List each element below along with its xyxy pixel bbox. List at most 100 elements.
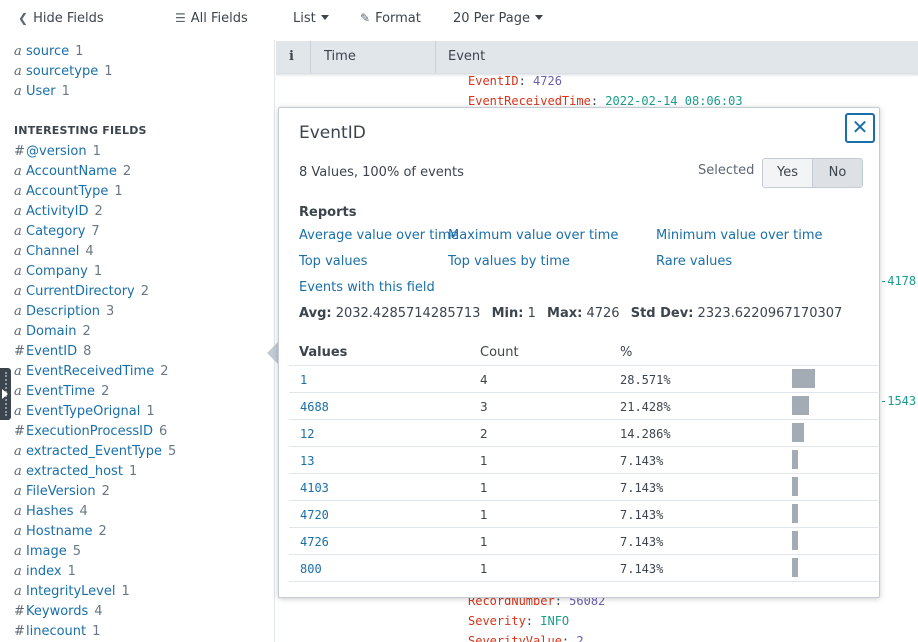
value-link[interactable]: 800 [300, 562, 322, 576]
field-item[interactable]: a ActivityID 2 [14, 204, 103, 222]
avg-value: 2032.4285714285713 [335, 306, 481, 321]
value-count: 1 [480, 454, 488, 468]
colon: : [518, 74, 534, 88]
event-field-line: EventID: 4726 [468, 74, 562, 88]
field-name: Hostname [26, 524, 93, 539]
numeric-type-icon: # [14, 344, 25, 359]
sidebar-collapse-handle[interactable] [0, 368, 11, 420]
field-name: extracted_EventType [26, 444, 162, 459]
field-name: index [26, 564, 62, 579]
value-link[interactable]: 12 [300, 427, 314, 441]
event-field-value[interactable]: 4726 [533, 74, 562, 88]
header-shadow [276, 73, 918, 77]
value-link[interactable]: 4103 [300, 481, 329, 495]
field-name: sourcetype [26, 64, 99, 79]
value-row: 800 1 7.143% [289, 554, 878, 581]
events-with-field-link[interactable]: Events with this field [299, 280, 435, 295]
field-item[interactable]: a FileVersion 2 [14, 484, 110, 502]
caret-down-icon [320, 15, 329, 20]
field-name: EventTime [26, 384, 96, 399]
info-column-header[interactable]: i [289, 49, 294, 64]
event-field-key[interactable]: Severity [468, 614, 526, 628]
field-item[interactable]: a EventTime 2 [14, 384, 109, 402]
list-dropdown[interactable]: List [293, 11, 329, 26]
string-type-icon: a [14, 504, 22, 519]
format-button[interactable]: ✎ Format [360, 11, 421, 26]
field-item[interactable]: a Description 3 [14, 304, 114, 322]
report-average-over-time-link[interactable]: Average value over time [299, 228, 459, 243]
hide-fields-label: Hide Fields [33, 11, 104, 26]
field-item[interactable]: #Keywords 4 [14, 604, 103, 622]
value-link[interactable]: 13 [300, 454, 314, 468]
field-item[interactable]: a index 1 [14, 564, 76, 582]
max-value: 4726 [586, 306, 620, 321]
value-row: 1 4 28.571% [289, 365, 878, 392]
field-count: 7 [91, 224, 100, 239]
field-item[interactable]: a Channel 4 [14, 244, 94, 262]
field-item[interactable]: a Category 7 [14, 224, 100, 242]
field-item[interactable]: a Hostname 2 [14, 524, 107, 542]
selected-no-button[interactable]: No [812, 159, 862, 187]
field-item[interactable]: a AccountType 1 [14, 184, 123, 202]
field-item[interactable]: #ExecutionProcessID 6 [14, 424, 167, 442]
field-item[interactable]: a AccountName 2 [14, 164, 131, 182]
field-item[interactable]: a EventReceivedTime 2 [14, 364, 169, 382]
all-fields-button[interactable]: ☰ All Fields [175, 11, 248, 26]
field-count: 4 [94, 604, 103, 619]
value-link[interactable]: 4726 [300, 535, 329, 549]
all-fields-label: All Fields [190, 11, 248, 26]
count-column-header: Count [480, 345, 519, 360]
value-count: 1 [480, 508, 488, 522]
value-link[interactable]: 1 [300, 373, 307, 387]
event-field-key[interactable]: EventID [468, 74, 519, 88]
value-percent: 7.143% [620, 481, 664, 495]
field-item[interactable]: #@version 1 [14, 144, 101, 162]
report-rare-values-link[interactable]: Rare values [656, 254, 732, 269]
field-item[interactable]: a CurrentDirectory 2 [14, 284, 149, 302]
field-item[interactable]: a source 1 [14, 44, 83, 62]
close-icon: ✕ [851, 115, 869, 139]
field-item[interactable]: a sourcetype 1 [14, 64, 113, 82]
time-column-header[interactable]: Time [324, 49, 356, 64]
report-maximum-over-time-link[interactable]: Maximum value over time [448, 228, 618, 243]
reports-heading: Reports [299, 205, 357, 220]
field-item[interactable]: a Company 1 [14, 264, 102, 282]
report-top-values-link[interactable]: Top values [299, 254, 367, 269]
value-link[interactable]: 4688 [300, 400, 329, 414]
max-label: Max: [547, 306, 583, 321]
report-minimum-over-time-link[interactable]: Minimum value over time [656, 228, 823, 243]
value-percent: 21.428% [620, 400, 671, 414]
value-link[interactable]: 4720 [300, 508, 329, 522]
event-field-value[interactable]: 2 [576, 634, 583, 642]
field-item[interactable]: a Image 5 [14, 544, 81, 562]
field-item[interactable]: a User 1 [14, 84, 70, 102]
selected-yes-button[interactable]: Yes [763, 159, 812, 187]
field-item[interactable]: a extracted_EventType 5 [14, 444, 176, 462]
field-item[interactable]: #EventID 8 [14, 344, 91, 362]
close-button[interactable]: ✕ [845, 113, 875, 143]
value-percent: 7.143% [620, 454, 664, 468]
percent-bar [792, 504, 798, 523]
per-page-dropdown[interactable]: 20 Per Page [453, 11, 543, 26]
interesting-fields-heading: INTERESTING FIELDS [14, 124, 147, 137]
caret-down-icon [535, 15, 543, 20]
field-item[interactable]: #linecount 1 [14, 624, 100, 642]
value-percent: 14.286% [620, 427, 671, 441]
field-item[interactable]: a EventTypeOrignal 1 [14, 404, 155, 422]
event-field-value[interactable]: INFO [540, 614, 569, 628]
field-item[interactable]: a extracted_host 1 [14, 464, 137, 482]
report-top-values-by-time-link[interactable]: Top values by time [448, 254, 570, 269]
event-column-header[interactable]: Event [448, 49, 485, 64]
event-field-key[interactable]: SeverityValue [468, 634, 562, 642]
field-item[interactable]: a Hashes 4 [14, 504, 88, 522]
format-label: Format [375, 11, 421, 26]
field-item[interactable]: a IntegrityLevel 1 [14, 584, 130, 602]
event-field-key[interactable]: EventReceivedTime [468, 94, 591, 108]
colon: : [525, 614, 541, 628]
field-item[interactable]: a Domain 2 [14, 324, 91, 342]
field-count: 5 [167, 444, 177, 459]
event-field-value[interactable]: 2022-02-14 08:06:03 [605, 94, 742, 108]
string-type-icon: a [14, 304, 22, 319]
selected-toggle: Yes No [762, 158, 863, 188]
hide-fields-button[interactable]: ❮ Hide Fields [18, 11, 104, 26]
